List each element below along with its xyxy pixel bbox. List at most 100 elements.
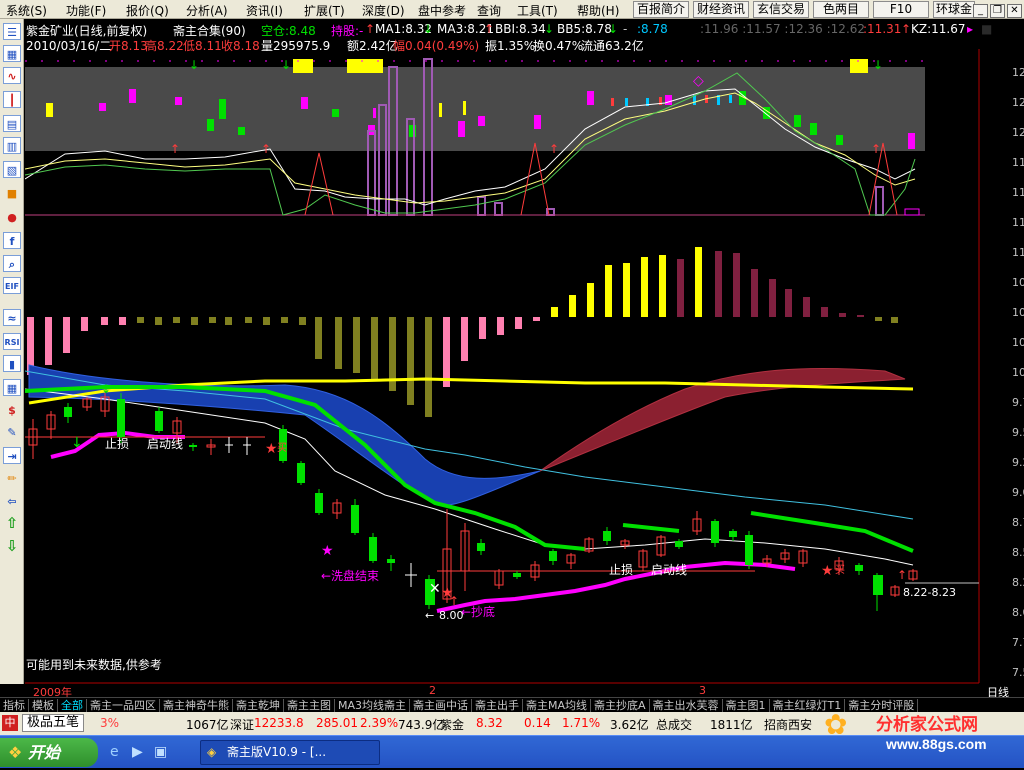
price-chart-svg: ↑ ↑ ↑ ↑ ↓ ↓ ↓ ◇ ★ ★ ★ ★ ↓ ↓ ✕ ← ↑ ↑ (25, 49, 980, 684)
indicator-box (904, 208, 920, 216)
arrow-up-icon[interactable]: ⇧ (3, 515, 21, 532)
future-data-notice: 可能用到未来数据,供参考 (26, 658, 162, 672)
bars-icon[interactable]: ▮ (3, 355, 21, 372)
menu-intraday-ref[interactable]: 盘中参考 (418, 2, 466, 19)
table-icon[interactable]: ▦ (3, 45, 21, 62)
btn-global[interactable]: 环球金 (933, 1, 975, 18)
kline-chart-panel[interactable]: 紫金矿业(日线,前复权) 斋主合集(90) 空仓:8.48 持股:- ↑ MA1… (25, 19, 1024, 684)
annotation-price-range: 8.22-8.23 (903, 586, 956, 599)
ma-line-green-seg (750, 511, 914, 553)
tab-indicator[interactable]: 指标 (0, 699, 29, 712)
tab-formula[interactable]: 斋主乾坤 (233, 699, 284, 712)
down-arrow-icon: ↓ (873, 58, 883, 72)
folder-icon[interactable]: ■ (3, 185, 21, 202)
tab-formula[interactable]: 斋主抄底A (591, 699, 650, 712)
tab-formula[interactable]: 斋主一品四区 (87, 699, 160, 712)
search-icon[interactable]: ⌕ (3, 255, 21, 272)
menu-quote[interactable]: 报价(Q) (126, 2, 169, 19)
desktop-icon[interactable]: ▣ (154, 744, 167, 760)
annotation-low-price: 8.00 (439, 609, 464, 622)
sheet-icon[interactable]: ▦ (3, 379, 21, 396)
close-icon[interactable]: ✕ (1007, 4, 1022, 18)
wave-icon[interactable]: ≈ (3, 309, 21, 326)
wrench-icon[interactable]: ✎ (3, 424, 21, 441)
tab-formula[interactable]: 斋主图1 (723, 699, 770, 712)
indicator-band (25, 67, 925, 151)
btn-trade[interactable]: 玄信交易 (753, 1, 809, 18)
pencil-icon[interactable]: ✏ (3, 470, 21, 487)
tab-formula[interactable]: 斋主出手 (472, 699, 524, 712)
tab-formula[interactable]: 斋主MA均线 (523, 699, 592, 712)
up-arrow-icon: ↑ (897, 568, 907, 582)
arrow-left-icon[interactable]: ⇦ (3, 493, 21, 510)
menu-analysis[interactable]: 分析(A) (186, 2, 228, 19)
users-icon[interactable]: ● (3, 209, 21, 226)
annotation-stoploss: 止损 (105, 437, 130, 451)
menu-query[interactable]: 查询 (477, 2, 501, 19)
up-arrow-icon: ↑ (871, 142, 881, 156)
minimize-icon[interactable]: _ (973, 4, 988, 18)
start-button[interactable]: ❖ 开始 (0, 738, 98, 767)
annotation-launch-line: 启动线 (147, 437, 184, 451)
annotation-launch-line: 启动线 (651, 563, 688, 577)
document-icon[interactable]: ▥ (3, 137, 21, 154)
tab-formula[interactable]: 斋主出水芙蓉 (650, 699, 723, 712)
media-icon[interactable]: ▶ (132, 744, 143, 760)
cross-icon: ✕ (429, 581, 441, 597)
watermark-site-name: 分析家公式网 (876, 715, 978, 734)
btn-finance-news[interactable]: 财经资讯 (693, 1, 749, 18)
down-arrow-icon: ↓ (101, 382, 111, 396)
ticker-item: 3.62亿 (610, 718, 649, 732)
tab-template[interactable]: 模板 (29, 699, 58, 712)
ticker-item: 285.01 (316, 716, 358, 730)
ie-icon[interactable]: e (110, 744, 119, 760)
btn-color[interactable]: 色两目 (813, 1, 869, 18)
ime-icon[interactable]: 中 (2, 715, 18, 731)
grid-icon[interactable]: ▤ (3, 115, 21, 132)
eif-icon[interactable]: EIF (3, 277, 21, 294)
menu-system[interactable]: 系统(S) (6, 2, 47, 19)
annotation-bottom-fishing: ←抄底 (461, 605, 496, 619)
btn-f10[interactable]: F10 (873, 1, 929, 18)
menu-function[interactable]: 功能(F) (66, 2, 106, 19)
report-icon[interactable]: ▧ (3, 161, 21, 178)
menu-extend[interactable]: 扩展(T) (304, 2, 345, 19)
windows-taskbar: ❖ 开始 e ▶ ▣ ◈ 斋主版V10.9 - [... ✿ 分析家公式网 www.… (0, 708, 1024, 768)
app-icon: ◈ (207, 745, 217, 759)
flower-logo-icon: ✿ (824, 708, 848, 741)
menu-depth[interactable]: 深度(D) (362, 2, 405, 19)
ma-line-green-seg (622, 523, 680, 533)
tab-formula[interactable]: 斋主神奇牛熊 (160, 699, 233, 712)
menu-help[interactable]: 帮助(H) (577, 2, 619, 19)
taskbar-app-button[interactable]: ◈ 斋主版V10.9 - [... (200, 740, 380, 765)
arrow-down-icon[interactable]: ⇩ (3, 538, 21, 555)
ticker-item: 2.39% (360, 716, 399, 730)
menu-info[interactable]: 资讯(I) (246, 2, 283, 19)
annotation-buy: 买 (835, 565, 845, 576)
x-axis-label: 2 (429, 684, 436, 697)
tab-all[interactable]: 全部 (58, 699, 87, 712)
ime-name[interactable]: 极品五笔 (22, 714, 85, 732)
menu-tools[interactable]: 工具(T) (517, 2, 558, 19)
annotation-washout-end: ←洗盘结束 (321, 569, 380, 583)
ticker-item: 12233.8 (254, 716, 304, 730)
ticker-item: 招商西安 (764, 718, 813, 732)
line-chart-icon[interactable]: ∿ (3, 67, 21, 84)
buy-star-icon: ★ (265, 441, 278, 457)
restore-icon[interactable]: ❐ (990, 4, 1005, 18)
ticker-item: 总成交 (656, 718, 693, 732)
list-icon[interactable]: ☰ (3, 23, 21, 40)
dollar-icon[interactable]: $ (3, 402, 21, 419)
f10-icon[interactable]: f (3, 232, 21, 249)
export-icon[interactable]: ⇥ (3, 447, 21, 464)
x-axis-label-row: 2009年 2 3 日线 (25, 684, 1024, 699)
watermark: ✿ 分析家公式网 www.88gs.com (816, 700, 1024, 770)
buy-star-icon: ★ (821, 563, 834, 579)
tab-formula[interactable]: 斋主画中话 (410, 699, 473, 712)
tab-formula[interactable]: MA3均线斋主 (335, 699, 411, 712)
tab-formula[interactable]: 斋主主图 (284, 699, 335, 712)
btn-brief[interactable]: 百报简介 (633, 1, 689, 18)
down-arrow-icon: ↓ (281, 58, 291, 72)
candle-chart-icon[interactable]: ┃ (3, 91, 21, 108)
rsi-icon[interactable]: RSI (3, 333, 21, 350)
